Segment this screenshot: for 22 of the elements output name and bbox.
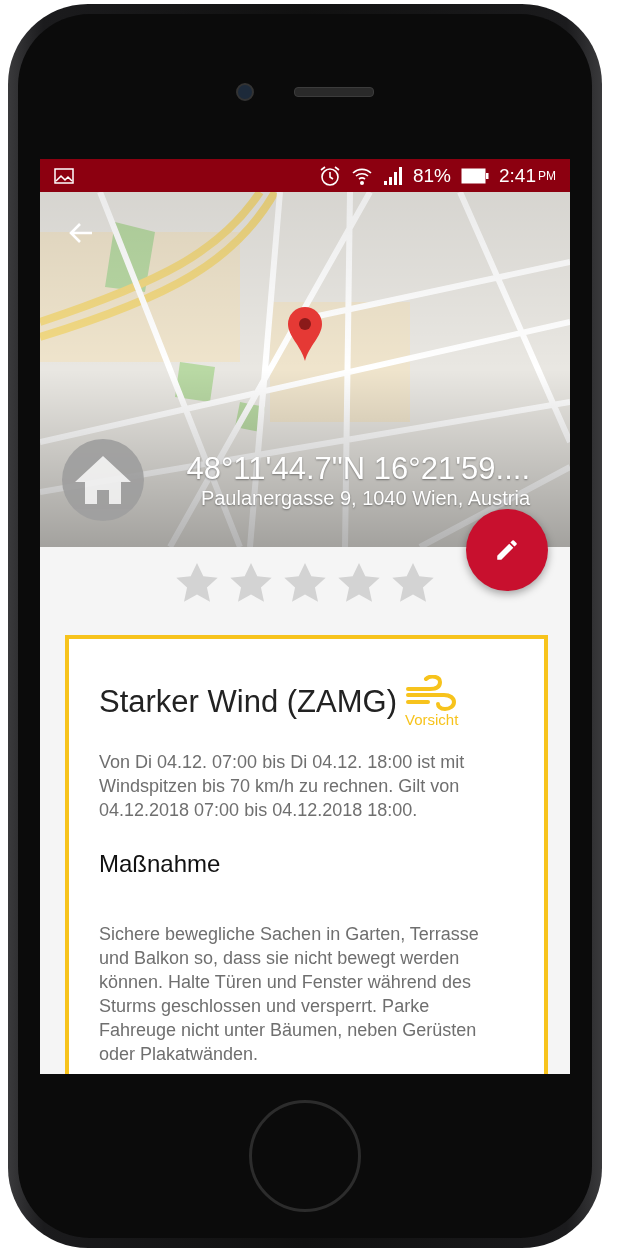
measure-heading: Maßnahme xyxy=(99,850,222,878)
wind-icon xyxy=(405,675,458,711)
clock-meridiem: PM xyxy=(538,168,556,183)
warning-title: Starker Wind (ZAMG) xyxy=(99,683,397,720)
warning-level: Vorsicht xyxy=(404,711,459,728)
camera-lens xyxy=(236,82,254,101)
pencil-icon xyxy=(494,537,520,563)
address-text: Paulanergasse 9, 1040 Wien, Austria xyxy=(200,486,530,510)
edit-button[interactable] xyxy=(466,509,548,591)
measure-text: Sichere bewegliche Sachen in Garten, Terrasse und Balkon so, dass sie nicht bewegt werden können. Halte Türen und Fenster während des Sturms geschlossen und versperrt. Parke Fahreuge nicht unter Bäumen, neben Gerüsten oder Plakatwänden. xyxy=(99,923,480,1066)
clock-time: 2:41 xyxy=(499,164,536,187)
house-icon xyxy=(73,454,133,506)
home-key[interactable] xyxy=(249,1100,361,1212)
signal-icon xyxy=(383,166,403,185)
back-arrow-icon[interactable] xyxy=(68,222,94,244)
map-pin-icon xyxy=(287,306,323,362)
image-icon xyxy=(54,167,74,184)
alarm-clock-icon xyxy=(319,164,341,187)
coordinates-text: 48°11'44.7"N 16°21'59.... xyxy=(186,450,530,487)
warning-description: Von Di 04.12. 07:00 bis Di 04.12. 18:00 ist mit Windspitzen bis 70 km/h zu rechnen. Gilt von 04.12.2018 07:00 bis 04.12.2018 18:00. xyxy=(99,751,466,822)
battery-percent: 81% xyxy=(413,164,451,187)
battery-icon xyxy=(461,167,489,184)
